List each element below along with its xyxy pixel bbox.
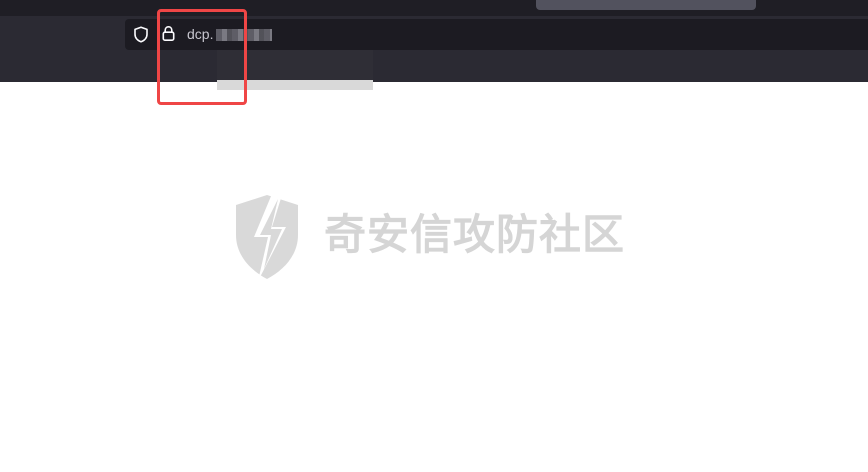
shield-icon[interactable] [133, 26, 149, 43]
watermark-text: 奇安信攻防社区 [324, 210, 626, 259]
browser-toolbar: dcp. [0, 0, 868, 82]
tab-strip [0, 0, 868, 16]
browser-tab[interactable] [536, 0, 756, 10]
red-highlight-annotation [157, 9, 247, 105]
watermark: 奇安信攻防社区 [232, 189, 632, 283]
qianxin-shield-bolt-logo [236, 189, 298, 281]
